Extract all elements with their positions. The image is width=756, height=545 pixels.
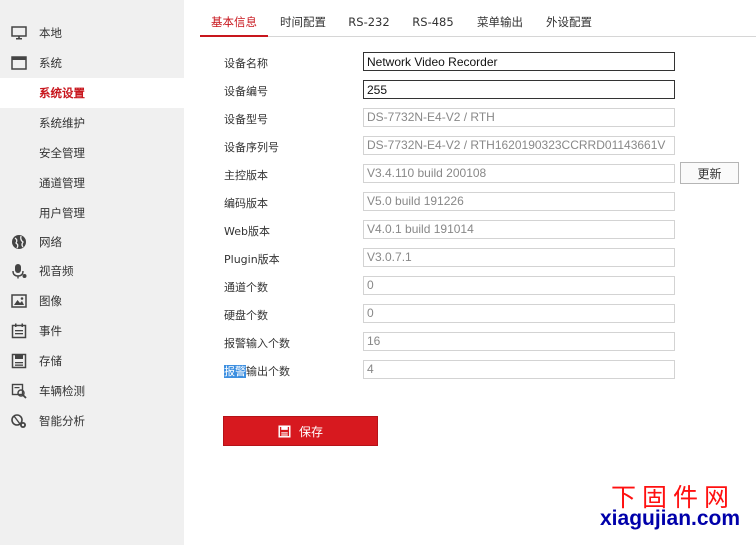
text-selection-highlight: 报警 [224, 365, 246, 378]
watermark-url: xiagujian.com [600, 507, 741, 530]
alarm-input-count-field: 16 [363, 332, 675, 351]
field-label: Plugin版本 [224, 253, 280, 266]
sidebar-item-label: 网络 [39, 235, 62, 249]
plugin-version-row: Plugin版本 V3.0.7.1 [224, 248, 744, 268]
sidebar-item-system[interactable]: 系统 [0, 48, 184, 78]
field-label: 设备编号 [224, 85, 268, 98]
sidebar-item-network[interactable]: 网络 [0, 227, 184, 257]
device-name-input[interactable] [363, 52, 675, 71]
tab-time-config[interactable]: 时间配置 [272, 0, 334, 37]
device-name-row: 设备名称 [224, 52, 744, 72]
sidebar-item-vehicle-detection[interactable]: 车辆检测 [0, 376, 184, 406]
sidebar-item-user-management[interactable]: 用户管理 [0, 198, 184, 228]
sidebar-item-system-maintenance[interactable]: 系统维护 [0, 108, 184, 138]
alarm-output-count-field: 4 [363, 360, 675, 379]
image-icon [11, 294, 27, 308]
microphone-icon [12, 264, 27, 279]
sidebar-item-label: 系统 [39, 56, 62, 70]
sidebar-item-audio-video[interactable]: 视音频 [0, 256, 184, 286]
sidebar-item-label: 用户管理 [39, 206, 85, 220]
sidebar-item-label: 智能分析 [39, 414, 85, 428]
field-label: 设备名称 [224, 57, 268, 70]
sidebar-item-image[interactable]: 图像 [0, 286, 184, 316]
tab-rs485[interactable]: RS-485 [408, 0, 458, 37]
save-disk-icon [11, 353, 27, 369]
field-label: Web版本 [224, 225, 270, 238]
field-label: 编码版本 [224, 197, 268, 210]
sidebar-item-security[interactable]: 安全管理 [0, 138, 184, 168]
alarm-output-count-row: 报警输出个数 4 [224, 360, 744, 380]
serial-number-field: DS-7732N-E4-V2 / RTH1620190323CCRRD01143… [363, 136, 675, 155]
sidebar-item-label: 系统维护 [39, 116, 85, 130]
device-model-row: 设备型号 DS-7732N-E4-V2 / RTH [224, 108, 744, 128]
sidebar-item-label: 存储 [39, 354, 62, 368]
sidebar-item-label: 图像 [39, 294, 62, 308]
tab-bar: 基本信息 时间配置 RS-232 RS-485 菜单输出 外设配置 [200, 0, 756, 37]
hdd-count-field: 0 [363, 304, 675, 323]
sidebar-item-label: 视音频 [39, 264, 74, 278]
sidebar-item-event[interactable]: 事件 [0, 316, 184, 346]
field-label: 硬盘个数 [224, 309, 268, 322]
device-number-input[interactable] [363, 80, 675, 99]
tab-menu-output[interactable]: 菜单输出 [469, 0, 531, 37]
field-label: 报警输出个数 [224, 363, 290, 379]
system-window-icon [11, 56, 27, 70]
device-number-row: 设备编号 [224, 80, 744, 100]
tab-rs232[interactable]: RS-232 [344, 0, 394, 37]
save-button[interactable]: 保存 [223, 416, 378, 446]
sidebar-item-label: 系统设置 [39, 86, 85, 100]
device-model-field: DS-7732N-E4-V2 / RTH [363, 108, 675, 127]
sidebar-item-storage[interactable]: 存储 [0, 346, 184, 376]
field-label: 设备序列号 [224, 141, 279, 154]
web-version-field: V4.0.1 build 191014 [363, 220, 675, 239]
sidebar: 本地 系统 系统设置 系统维护 安全管理 通道管理 用户管理 网络 视音频 图像… [0, 0, 184, 545]
field-label-rest: 输出个数 [246, 365, 290, 378]
sidebar-item-local[interactable]: 本地 [0, 18, 184, 48]
channel-count-field: 0 [363, 276, 675, 295]
sidebar-item-label: 车辆检测 [39, 384, 85, 398]
monitor-icon [11, 26, 27, 40]
vehicle-search-icon [11, 383, 27, 399]
plugin-version-field: V3.0.7.1 [363, 248, 675, 267]
smart-analysis-icon [11, 414, 26, 428]
web-version-row: Web版本 V4.0.1 build 191014 [224, 220, 744, 240]
encoder-version-field: V5.0 build 191226 [363, 192, 675, 211]
channel-count-row: 通道个数 0 [224, 276, 744, 296]
sidebar-item-channel-management[interactable]: 通道管理 [0, 168, 184, 198]
tab-basic-info[interactable]: 基本信息 [200, 0, 268, 37]
tab-peripheral-config[interactable]: 外设配置 [538, 0, 600, 37]
encoder-version-row: 编码版本 V5.0 build 191226 [224, 192, 744, 212]
serial-number-row: 设备序列号 DS-7732N-E4-V2 / RTH1620190323CCRR… [224, 136, 744, 156]
field-label: 报警输入个数 [224, 337, 290, 350]
firmware-version-field: V3.4.110 build 200108 [363, 164, 675, 183]
sidebar-item-label: 通道管理 [39, 176, 85, 190]
field-label: 设备型号 [224, 113, 268, 126]
sidebar-item-smart-analysis[interactable]: 智能分析 [0, 406, 184, 436]
sidebar-item-label: 本地 [39, 26, 62, 40]
field-label: 主控版本 [224, 169, 268, 182]
update-button[interactable]: 更新 [680, 162, 739, 184]
save-disk-icon [278, 424, 291, 438]
globe-icon [12, 235, 26, 249]
sidebar-item-label: 事件 [39, 324, 62, 338]
save-button-label: 保存 [298, 424, 323, 439]
sidebar-item-system-settings[interactable]: 系统设置 [0, 78, 184, 108]
calendar-icon [11, 323, 27, 339]
firmware-version-row: 主控版本 V3.4.110 build 200108 更新 [224, 162, 744, 184]
sidebar-item-label: 安全管理 [39, 146, 85, 160]
field-label: 通道个数 [224, 281, 268, 294]
alarm-input-count-row: 报警输入个数 16 [224, 332, 744, 352]
hdd-count-row: 硬盘个数 0 [224, 304, 744, 324]
